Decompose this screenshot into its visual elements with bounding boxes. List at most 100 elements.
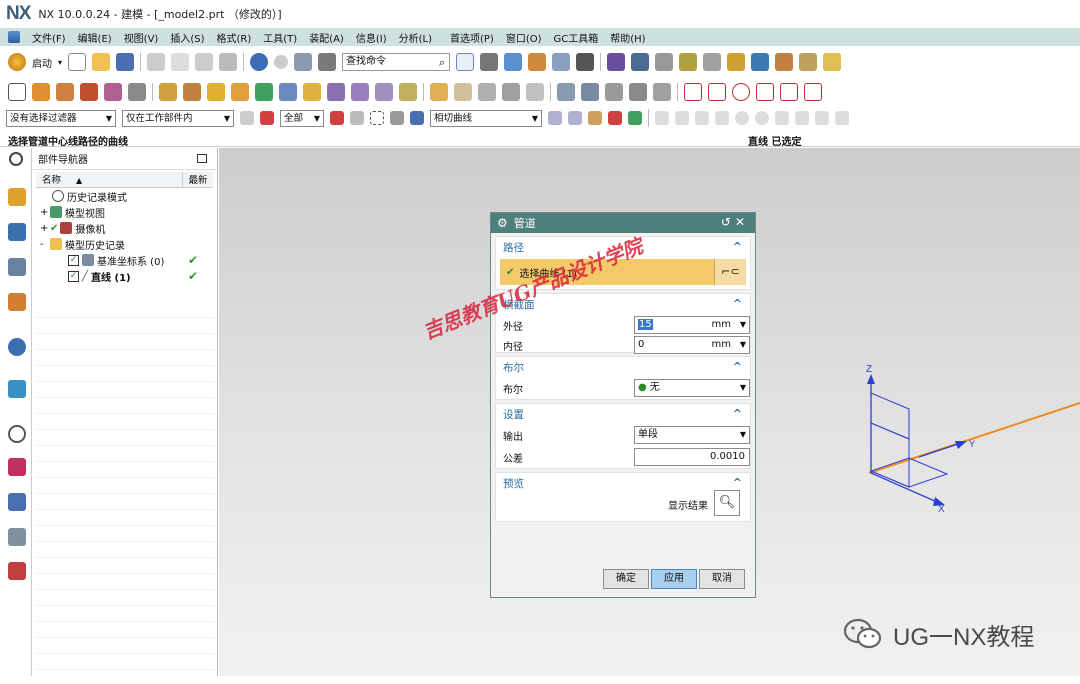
open-folder-icon[interactable] xyxy=(92,53,111,71)
edge-blend-icon[interactable] xyxy=(351,83,369,101)
resource-settings-icon[interactable] xyxy=(9,152,23,166)
hole-icon[interactable] xyxy=(80,83,98,101)
chevron-down-icon[interactable]: ▼ xyxy=(740,337,746,353)
menu-analysis[interactable]: 分析(L) xyxy=(399,30,432,45)
tree-row-model-history[interactable]: - 模型历史记录 xyxy=(36,236,214,252)
column-name[interactable]: 名称 ▲ xyxy=(36,172,183,187)
save-icon[interactable] xyxy=(116,53,135,71)
center-snap-icon[interactable] xyxy=(735,111,749,125)
magnifier-icon[interactable]: 🔍︎ xyxy=(714,490,740,516)
search-icon[interactable]: ⌕ xyxy=(439,55,445,71)
select-features-icon[interactable] xyxy=(350,111,364,125)
collapse-caret-icon[interactable]: ^ xyxy=(733,407,742,420)
chevron-down-icon[interactable]: ▼ xyxy=(740,380,746,396)
history-icon[interactable] xyxy=(8,425,26,443)
checkbox-checked[interactable]: ✓ xyxy=(68,270,79,282)
datum-plane-icon[interactable] xyxy=(255,83,273,101)
expand-icon[interactable]: + xyxy=(40,207,50,218)
selection-all-select[interactable]: 全部 ▼ xyxy=(280,109,324,127)
role-icon[interactable] xyxy=(8,562,26,580)
selection-scope-select[interactable]: 仅在工作部件内 ▼ xyxy=(122,109,234,127)
menu-tools[interactable]: 工具(T) xyxy=(263,30,297,45)
collapse-caret-icon[interactable]: ^ xyxy=(733,240,742,253)
tree-row-model-views[interactable]: + 模型视图 xyxy=(36,204,214,220)
background-color-icon[interactable] xyxy=(576,53,595,71)
chamfer-icon[interactable] xyxy=(375,83,393,101)
column-latest[interactable]: 最新 xyxy=(183,172,213,187)
type-filter-select[interactable]: 没有选择过滤器 ▼ xyxy=(6,109,116,127)
dialog-title-bar[interactable]: ⚙ 管道 ↺✕ xyxy=(491,213,755,233)
menu-preferences[interactable]: 首选项(P) xyxy=(450,30,494,45)
repeat-command-icon[interactable] xyxy=(294,53,313,71)
tree-row-history-mode[interactable]: 历史记录模式 xyxy=(36,188,214,204)
midpoint-snap-icon[interactable] xyxy=(675,111,689,125)
hd3d-tools-icon[interactable] xyxy=(8,338,26,356)
undo-icon[interactable] xyxy=(250,53,269,71)
render-style-icon[interactable] xyxy=(480,53,499,71)
sew-icon[interactable] xyxy=(526,83,544,101)
endpoint-snap-icon[interactable] xyxy=(655,111,669,125)
new-file-icon[interactable] xyxy=(68,53,87,71)
menu-app-icon[interactable] xyxy=(8,31,20,43)
brush-icon[interactable] xyxy=(727,53,746,71)
offset-region-icon[interactable] xyxy=(653,83,671,101)
layer-icon[interactable] xyxy=(607,53,626,71)
circle-icon[interactable] xyxy=(732,83,750,101)
boolean-select[interactable]: ● 无 ▼ xyxy=(634,379,750,397)
start-label[interactable]: 启动 xyxy=(32,55,52,70)
shell-icon[interactable] xyxy=(327,83,345,101)
component-filter-icon[interactable] xyxy=(240,111,254,125)
wcs-icon[interactable] xyxy=(679,53,698,71)
pad-icon[interactable] xyxy=(128,83,146,101)
snap-point-icon[interactable] xyxy=(608,111,622,125)
edge-display-icon[interactable] xyxy=(528,53,547,71)
trim-body-icon[interactable] xyxy=(399,83,417,101)
find-command-input[interactable]: 查找命令 ⌕ xyxy=(342,53,451,71)
boss-icon[interactable] xyxy=(104,83,122,101)
group-header-settings[interactable]: 设置 ^ xyxy=(496,404,750,424)
selection-intent-icon[interactable] xyxy=(390,111,404,125)
draft-icon[interactable] xyxy=(502,83,520,101)
analysis-icon[interactable] xyxy=(751,53,770,71)
start-icon[interactable] xyxy=(8,53,26,71)
measure-icon[interactable] xyxy=(655,53,674,71)
ok-button[interactable]: 确定 xyxy=(603,569,649,589)
intersection-snap-icon[interactable] xyxy=(715,111,729,125)
clip-section-icon[interactable] xyxy=(552,53,571,71)
copy-icon[interactable] xyxy=(171,53,190,71)
fit-view-icon[interactable] xyxy=(456,53,475,71)
process-studio-icon[interactable] xyxy=(8,493,26,511)
menu-view[interactable]: 视图(V) xyxy=(124,30,159,45)
outer-diameter-input[interactable]: 15 mm ▼ xyxy=(634,316,750,334)
snap-arrow-icon[interactable] xyxy=(628,111,642,125)
layer-filter-icon[interactable] xyxy=(260,111,274,125)
control-point-snap-icon[interactable] xyxy=(695,111,709,125)
tree-row-line[interactable]: ✓ ╱ 直线 (1) ✔ xyxy=(36,268,214,284)
tape-measure-icon[interactable] xyxy=(775,53,794,71)
assembly-navigator-icon[interactable] xyxy=(8,188,26,206)
sketch-icon[interactable] xyxy=(8,83,26,101)
curve-rule-select[interactable]: 相切曲线 ▼ xyxy=(430,109,542,127)
reset-icon[interactable]: ↺ xyxy=(721,215,735,229)
cylinder-icon[interactable] xyxy=(183,83,201,101)
redo-icon[interactable] xyxy=(274,55,289,69)
menu-file[interactable]: 文件(F) xyxy=(32,30,66,45)
follow-fillet-icon[interactable] xyxy=(568,111,582,125)
point-on-curve-snap-icon[interactable] xyxy=(795,111,809,125)
touch-mode-icon[interactable] xyxy=(318,53,337,71)
menu-insert[interactable]: 插入(S) xyxy=(170,30,204,45)
rectangle-select-icon[interactable] xyxy=(370,111,384,125)
menu-edit[interactable]: 编辑(E) xyxy=(78,30,112,45)
tree-row-datum-csys[interactable]: ✓ 基准坐标系 (0) ✔ xyxy=(36,252,214,268)
inner-diameter-input[interactable]: 0 mm ▼ xyxy=(634,336,750,354)
line-icon[interactable] xyxy=(684,83,702,101)
chevron-down-icon[interactable]: ▼ xyxy=(740,427,746,443)
revolve-icon[interactable] xyxy=(56,83,74,101)
checkbox-checked[interactable]: ✓ xyxy=(68,254,79,266)
existing-point-snap-icon[interactable] xyxy=(775,111,789,125)
tube-icon[interactable] xyxy=(303,83,321,101)
show-hide-icon[interactable] xyxy=(631,53,650,71)
web-browser-icon[interactable] xyxy=(8,380,26,398)
ruler-icon[interactable] xyxy=(799,53,818,71)
part-navigator-icon[interactable] xyxy=(8,258,26,276)
